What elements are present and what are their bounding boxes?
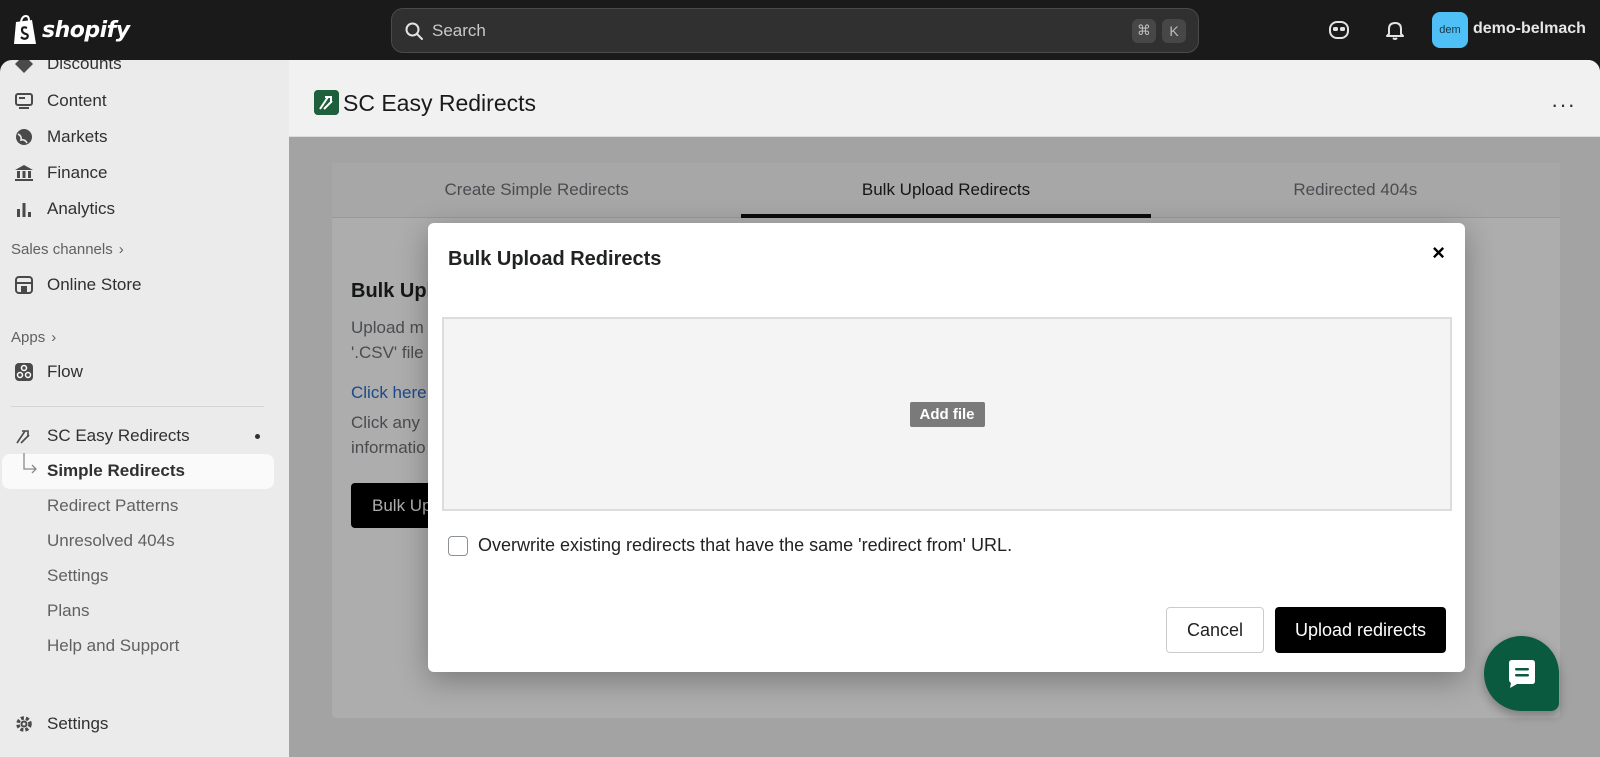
discount-icon xyxy=(15,60,33,73)
sidebar-item-label: Help and Support xyxy=(47,636,180,655)
flow-icon xyxy=(15,363,33,381)
overwrite-option[interactable]: Overwrite existing redirects that have t… xyxy=(448,535,1012,556)
chevron-right-icon: › xyxy=(51,329,57,346)
bank-icon xyxy=(15,165,33,181)
bell-icon[interactable] xyxy=(1383,18,1407,42)
more-actions-icon[interactable]: ··· xyxy=(1551,92,1576,118)
sidebar-item-markets[interactable]: Markets xyxy=(0,120,289,154)
sidebar-divider xyxy=(11,406,264,407)
chevron-right-icon: › xyxy=(118,241,124,258)
overwrite-label[interactable]: Overwrite existing redirects that have t… xyxy=(478,535,1012,556)
top-bar: shopify Search ⌘ K dem demo-belmach xyxy=(0,0,1600,60)
upload-redirects-button[interactable]: Upload redirects xyxy=(1275,607,1446,653)
app-header: SC Easy Redirects ··· xyxy=(289,60,1600,137)
unpinned-dot-icon xyxy=(255,433,260,439)
overwrite-checkbox[interactable] xyxy=(448,535,468,556)
page-title: SC Easy Redirects xyxy=(343,90,537,116)
app-logo-icon xyxy=(314,90,339,115)
search-icon xyxy=(405,22,423,40)
chat-widget-button[interactable] xyxy=(1484,636,1559,711)
sidebar-item-label: SC Easy Redirects xyxy=(47,426,190,445)
add-file-button[interactable]: Add file xyxy=(909,401,985,427)
sidebar-item-label: Settings xyxy=(47,566,109,585)
shortcut-key-k: K xyxy=(1162,18,1186,43)
content-icon xyxy=(15,93,33,109)
sidebar-item-label: Content xyxy=(47,91,107,110)
sales-channels-heading[interactable]: Sales channels › xyxy=(11,241,124,258)
apps-heading[interactable]: Apps › xyxy=(11,329,56,346)
sidebar-subitem-simple-redirects[interactable]: Simple Redirects xyxy=(0,454,289,488)
file-dropzone[interactable]: Add file xyxy=(442,317,1452,511)
search-bar[interactable]: Search ⌘ K xyxy=(391,8,1199,53)
sidebar-item-online-store[interactable]: Online Store xyxy=(0,268,289,302)
brand-wordmark: shopify xyxy=(42,17,130,43)
sidekick-icon[interactable] xyxy=(1327,18,1351,42)
bulk-upload-modal: Bulk Upload Redirects × Add file Overwri… xyxy=(428,223,1465,672)
sidebar-item-label: Redirect Patterns xyxy=(47,496,179,515)
sidebar: Discounts Content Markets Finance Analyt… xyxy=(0,60,289,757)
sidebar-item-label: Markets xyxy=(47,127,108,146)
sidebar-item-label: Finance xyxy=(47,163,108,182)
sidebar-item-finance[interactable]: Finance xyxy=(0,156,289,190)
bar-chart-icon xyxy=(17,203,31,217)
chat-icon xyxy=(1508,659,1535,688)
shopify-logo[interactable]: shopify xyxy=(12,14,130,46)
redirect-app-icon xyxy=(16,430,30,444)
search-input[interactable]: Search xyxy=(432,21,1126,41)
store-name[interactable]: demo-belmach xyxy=(1473,20,1586,38)
shopify-bag-icon xyxy=(14,14,36,44)
modal-title: Bulk Upload Redirects xyxy=(448,248,662,270)
sidebar-item-analytics[interactable]: Analytics xyxy=(0,192,289,226)
sidebar-subitem-plans[interactable]: Plans xyxy=(0,594,289,628)
shortcut-key-cmd: ⌘ xyxy=(1132,18,1156,43)
sidebar-item-label: Online Store xyxy=(47,275,142,294)
sidebar-subitem-help-support[interactable]: Help and Support xyxy=(0,629,289,663)
sidebar-item-label: Plans xyxy=(47,601,90,620)
store-icon xyxy=(15,276,33,294)
sidebar-item-label: Simple Redirects xyxy=(47,461,185,480)
sales-channels-label: Sales channels xyxy=(11,241,113,258)
sidebar-subitem-redirect-patterns[interactable]: Redirect Patterns xyxy=(0,489,289,523)
sidebar-item-label: Analytics xyxy=(47,199,116,218)
sidebar-item-sc-easy-redirects[interactable]: SC Easy Redirects xyxy=(0,419,289,453)
sidebar-item-label: Settings xyxy=(47,714,109,733)
sidebar-item-label: Unresolved 404s xyxy=(47,531,175,550)
cancel-button[interactable]: Cancel xyxy=(1166,607,1264,653)
close-icon[interactable]: × xyxy=(1432,240,1445,266)
sidebar-item-content[interactable]: Content xyxy=(0,84,289,118)
sidebar-subitem-unresolved-404s[interactable]: Unresolved 404s xyxy=(0,524,289,558)
avatar[interactable]: dem xyxy=(1432,12,1468,48)
gear-icon xyxy=(16,716,32,732)
globe-icon xyxy=(16,129,32,145)
sidebar-item-discounts[interactable]: Discounts xyxy=(0,60,289,81)
sidebar-item-label: Discounts xyxy=(47,60,122,73)
sidebar-item-settings[interactable]: Settings xyxy=(0,707,289,741)
sidebar-subitem-settings[interactable]: Settings xyxy=(0,559,289,593)
apps-label: Apps xyxy=(11,329,46,346)
sidebar-item-label: Flow xyxy=(47,362,83,381)
sidebar-item-flow[interactable]: Flow xyxy=(0,355,289,389)
